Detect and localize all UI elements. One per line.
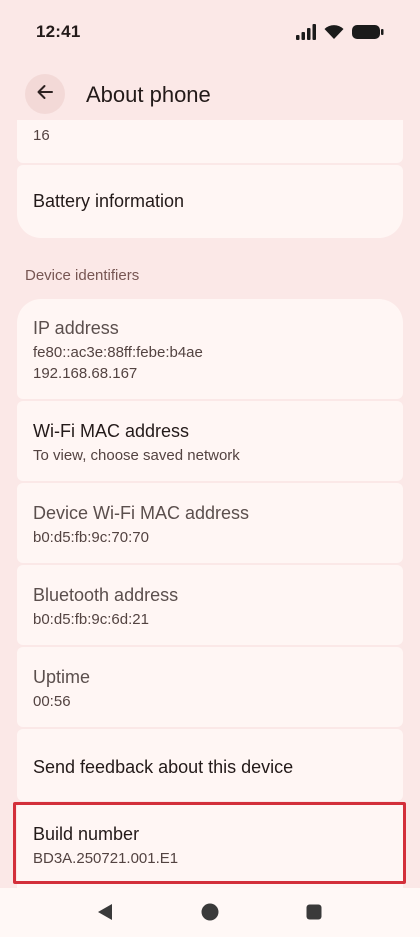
wifi-icon — [324, 24, 344, 45]
device-wifi-mac-title: Device Wi-Fi MAC address — [33, 503, 250, 523]
signal-icon — [296, 24, 316, 45]
arrow-back-icon — [35, 82, 55, 107]
send-feedback-item[interactable]: Send feedback about this device — [17, 729, 403, 801]
nav-recents-button[interactable] — [302, 902, 326, 926]
navigation-bar — [0, 888, 420, 937]
back-button[interactable] — [25, 74, 65, 114]
wifi-mac-title: Wi-Fi MAC address — [33, 421, 190, 441]
build-number-value: BD3A.250721.001.E1 — [33, 850, 179, 867]
android-version-item[interactable]: 16 — [17, 120, 403, 163]
nav-home-icon — [201, 903, 219, 926]
wifi-mac-subtitle: To view, choose saved network — [33, 447, 240, 464]
uptime-item[interactable]: Uptime 00:56 — [17, 647, 403, 727]
section-header-device-identifiers: Device identifiers — [25, 267, 140, 284]
status-bar: 12:41 — [0, 0, 420, 64]
ip-address-ipv6: fe80::ac3e:88ff:febe:b4ae — [33, 344, 203, 361]
settings-list[interactable]: 16 Battery information Device identifier… — [0, 120, 420, 888]
device-wifi-mac-item[interactable]: Device Wi-Fi MAC address b0:d5:fb:9c:70:… — [17, 483, 403, 563]
page-title: About phone — [86, 82, 211, 107]
wifi-mac-item[interactable]: Wi-Fi MAC address To view, choose saved … — [17, 401, 403, 481]
ip-address-title: IP address — [33, 318, 119, 338]
ip-address-item[interactable]: IP address fe80::ac3e:88ff:febe:b4ae 192… — [17, 299, 403, 399]
bluetooth-address-item[interactable]: Bluetooth address b0:d5:fb:9c:6d:21 — [17, 565, 403, 645]
uptime-value: 00:56 — [33, 693, 71, 710]
build-number-item[interactable]: Build number BD3A.250721.001.E1 — [17, 803, 403, 888]
app-bar: About phone — [0, 64, 420, 128]
status-icons — [296, 24, 384, 45]
battery-information-title: Battery information — [33, 191, 185, 211]
bluetooth-address-title: Bluetooth address — [33, 585, 179, 605]
nav-recents-icon — [306, 904, 322, 925]
device-wifi-mac-value: b0:d5:fb:9c:70:70 — [33, 529, 149, 546]
build-number-title: Build number — [33, 824, 140, 844]
status-time: 12:41 — [36, 22, 81, 41]
nav-back-icon — [96, 903, 114, 926]
battery-icon — [352, 24, 384, 45]
ip-address-ipv4: 192.168.68.167 — [33, 365, 138, 382]
bluetooth-address-value: b0:d5:fb:9c:6d:21 — [33, 611, 149, 628]
send-feedback-title: Send feedback about this device — [33, 757, 294, 777]
nav-back-button[interactable] — [93, 902, 117, 926]
nav-home-button[interactable] — [198, 902, 222, 926]
android-version-value: 16 — [33, 127, 50, 144]
uptime-title: Uptime — [33, 667, 91, 687]
battery-information-item[interactable]: Battery information — [17, 165, 403, 238]
